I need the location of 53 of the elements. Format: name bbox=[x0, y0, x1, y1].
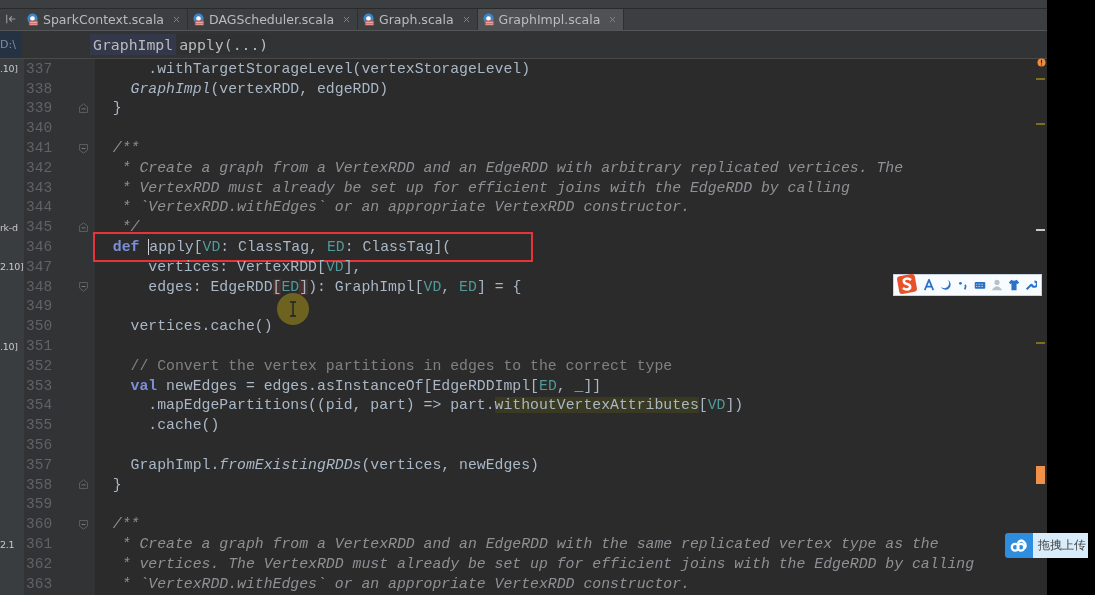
scala-file-icon bbox=[26, 13, 39, 26]
file-tab[interactable]: Graph.scala bbox=[358, 9, 478, 30]
panel-text: rk-d bbox=[0, 221, 18, 233]
code-line: def apply[VD: ClassTag, ED: ClassTag]( bbox=[111, 239, 452, 256]
code-line: */ bbox=[120, 219, 140, 236]
code-line: * `VertexRDD.withEdges` or an appropriate VertexRDD constructor. bbox=[120, 575, 690, 592]
close-icon bbox=[342, 15, 352, 24]
code-line: } bbox=[111, 476, 122, 493]
code-line: vertices.cache() bbox=[129, 318, 273, 335]
punctuation-icon[interactable] bbox=[957, 279, 969, 291]
panel-text: 2.10] bbox=[0, 261, 24, 273]
code-line: * VertexRDD must already be set up for efficient joins with the EdgeRDD by calling bbox=[120, 179, 850, 196]
scala-file-icon bbox=[481, 13, 495, 26]
file-tab[interactable]: GraphImpl.scala bbox=[477, 9, 625, 30]
file-tab[interactable]: DAGScheduler.scala bbox=[188, 9, 359, 30]
code-line: .cache() bbox=[147, 417, 220, 434]
pin-icon[interactable] bbox=[5, 13, 17, 25]
letter-a-icon[interactable] bbox=[923, 279, 935, 291]
shirt-icon[interactable] bbox=[1008, 279, 1020, 291]
code-line: * vertices. The VertexRDD must already be set up for efficient joins with the EdgeRDD by calling bbox=[120, 555, 975, 572]
cloud-icon bbox=[1010, 536, 1028, 555]
cursor-icon bbox=[276, 292, 310, 326]
code-line: * Create a graph from a VertexRDD and an EdgeRDD with arbitrary replicated vertices. The bbox=[120, 159, 904, 176]
scala-file-icon bbox=[192, 13, 206, 26]
code-line: /** bbox=[111, 516, 140, 533]
code-line: vertices: VertexRDD[VD], bbox=[147, 258, 362, 275]
upload-button[interactable] bbox=[1005, 533, 1033, 558]
panel-text: .10] bbox=[0, 63, 18, 75]
panel-text: D:\ bbox=[0, 31, 22, 58]
code-line: } bbox=[111, 100, 122, 117]
code-line: // Convert the vertex partitions in edges to the correct type bbox=[129, 357, 673, 374]
keyboard-icon[interactable] bbox=[974, 279, 986, 291]
code-line: * `VertexRDD.withEdges` or an appropriate VertexRDD constructor. bbox=[120, 199, 690, 216]
file-tab[interactable]: SparkContext.scala bbox=[22, 9, 189, 30]
code-line: .withTargetStorageLevel(vertexStorageLevel) bbox=[147, 60, 531, 77]
code-line: .mapEdgePartitions((pid, part) => part.withoutVertexAttributes[VD]) bbox=[147, 397, 744, 414]
code-line: /** bbox=[111, 140, 140, 157]
breadcrumb-item[interactable]: GraphImpl bbox=[90, 34, 177, 55]
code-line: GraphImpl.fromExistingRDDs(vertices, newEdges) bbox=[129, 456, 539, 473]
scala-file-icon bbox=[362, 13, 376, 26]
close-icon bbox=[461, 15, 471, 24]
code-line: * Create a graph from a VertexRDD and an EdgeRDD with the same replicated vertex type as the bbox=[120, 536, 939, 552]
warning-icon[interactable] bbox=[1037, 58, 1046, 67]
moon-icon[interactable] bbox=[940, 279, 952, 291]
code-line: val newEdges = edges.asInstanceOf[EdgeRDDImpl[ED, _]] bbox=[129, 377, 602, 394]
code-line: GraphImpl(vertexRDD, edgeRDD) bbox=[129, 80, 389, 97]
code-line: edges: EdgeRDD[ED]): GraphImpl[VD, ED] = { bbox=[147, 278, 522, 295]
close-icon bbox=[172, 15, 182, 24]
panel-text: .10] bbox=[0, 340, 18, 352]
logo-icon[interactable] bbox=[896, 272, 918, 295]
upload-label: 拖拽上传 bbox=[1033, 533, 1088, 558]
panel-text: 2.1 bbox=[0, 538, 15, 550]
close-icon bbox=[608, 15, 618, 24]
